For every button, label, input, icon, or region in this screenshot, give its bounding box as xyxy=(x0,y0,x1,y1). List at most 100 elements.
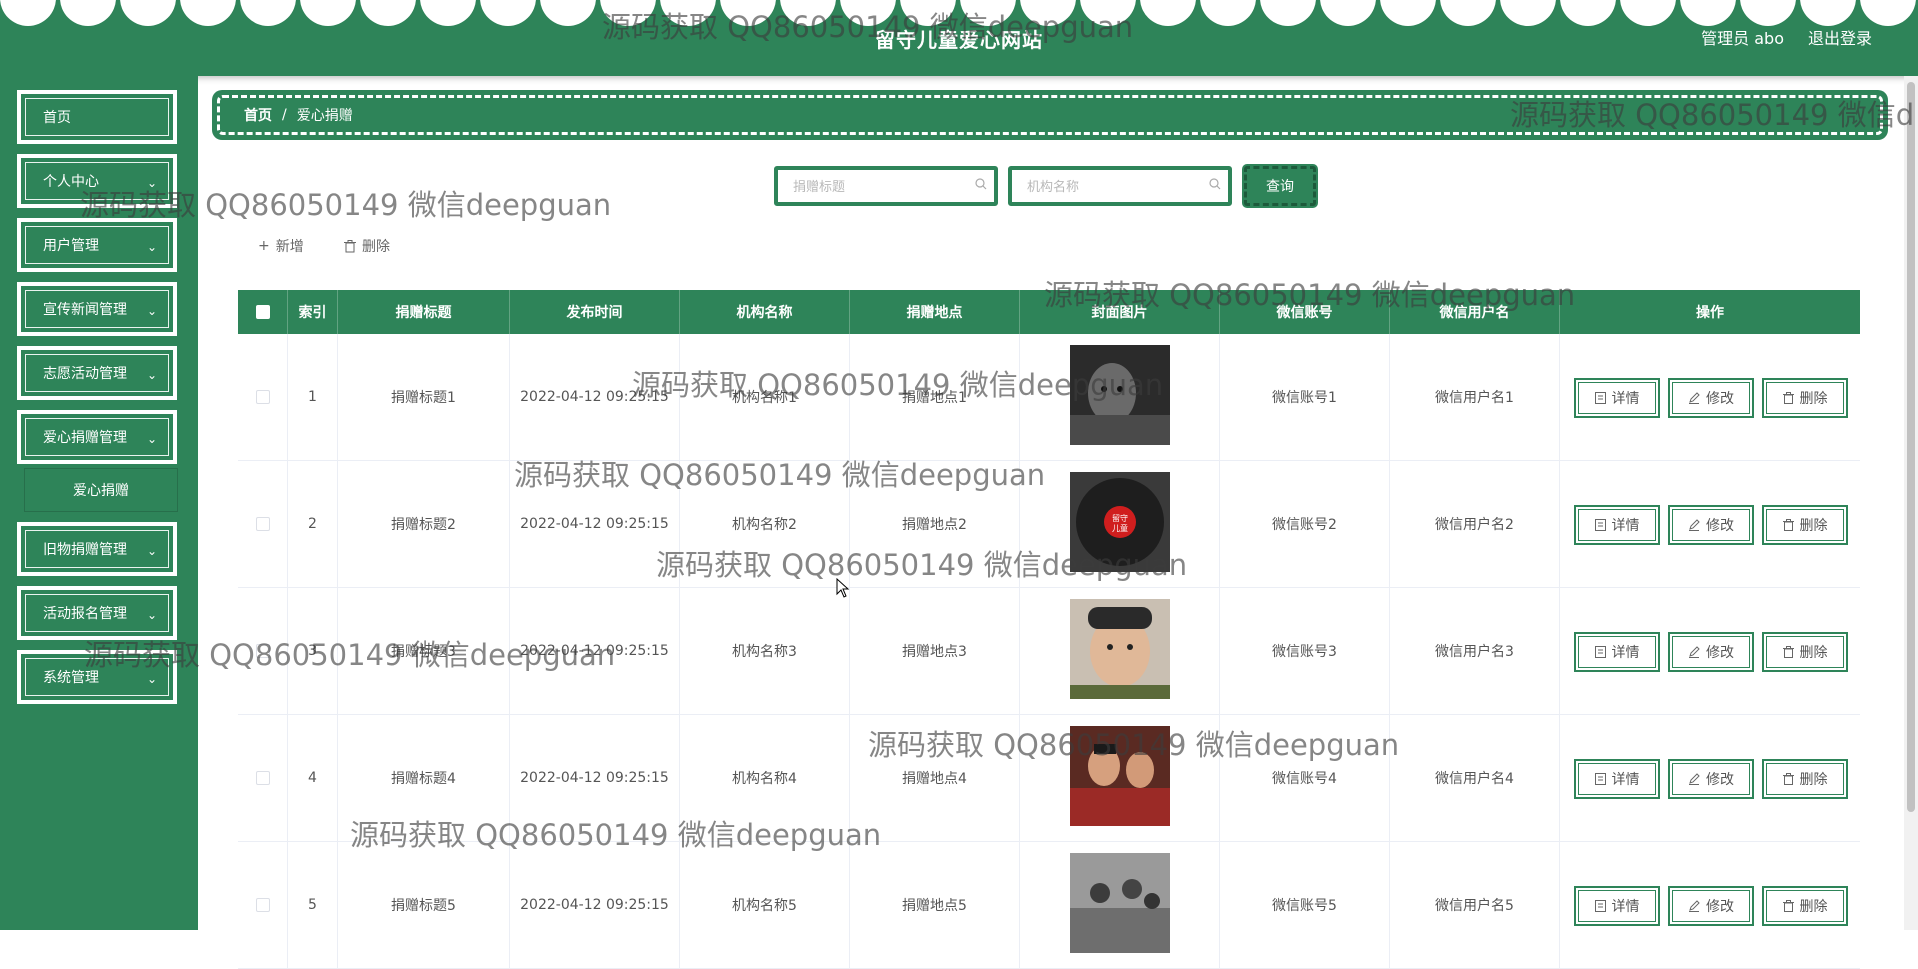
sidebar-item-system-management[interactable]: 系统管理 ⌄ xyxy=(17,650,177,704)
table-row: 1 捐赠标题1 2022-04-12 09:25:15 机构名称1 捐赠地点1 … xyxy=(238,334,1860,461)
cover-image-cell xyxy=(1020,588,1220,714)
detail-label: 详情 xyxy=(1611,645,1640,661)
column-header: 操作 xyxy=(1696,305,1724,321)
edit-button[interactable]: 修改 xyxy=(1668,759,1754,799)
row-select-cell xyxy=(238,842,288,968)
sidebar-subitem-label: 爱心捐赠 xyxy=(73,483,129,499)
delete-label: 删除 xyxy=(1799,772,1828,788)
sidebar-item-home[interactable]: 首页 xyxy=(17,90,177,144)
place-cell: 捐赠地点2 xyxy=(850,461,1020,587)
column-header: 微信用户名 xyxy=(1390,290,1560,334)
delete-button[interactable]: 删除 xyxy=(1762,378,1848,418)
row-select-cell xyxy=(238,334,288,460)
row-checkbox[interactable] xyxy=(255,898,270,912)
index-cell: 4 xyxy=(288,715,338,841)
sidebar-item-label: 系统管理 xyxy=(43,670,99,686)
column-header: 发布时间 xyxy=(510,290,680,334)
wechat-account-cell: 微信账号3 xyxy=(1220,588,1390,714)
search-icon xyxy=(975,178,987,190)
delete-button[interactable]: 删除 xyxy=(1762,886,1848,926)
row-checkbox[interactable] xyxy=(255,771,270,785)
table-row: 4 捐赠标题4 2022-04-12 09:25:15 机构名称4 捐赠地点4 … xyxy=(238,715,1860,842)
edit-label: 修改 xyxy=(1706,899,1734,915)
wechat-account-cell: 微信账号2 xyxy=(1220,461,1390,587)
delete-label: 删除 xyxy=(1799,391,1828,407)
sidebar-item-label: 爱心捐赠管理 xyxy=(43,430,127,446)
sidebar-item-signup-management[interactable]: 活动报名管理 ⌄ xyxy=(17,586,177,640)
mouse-cursor-icon xyxy=(836,578,850,598)
document-icon xyxy=(1594,392,1606,404)
sidebar-item-news-management[interactable]: 宣传新闻管理 ⌄ xyxy=(17,282,177,336)
sidebar-item-personal-center[interactable]: 个人中心 ⌄ xyxy=(17,154,177,208)
wechat-username-cell: 微信用户名5 xyxy=(1390,842,1560,968)
edit-button[interactable]: 修改 xyxy=(1668,378,1754,418)
org-search-field xyxy=(1008,166,1232,206)
edit-button[interactable]: 修改 xyxy=(1668,505,1754,545)
edit-button[interactable]: 修改 xyxy=(1668,886,1754,926)
edit-label: 修改 xyxy=(1706,645,1734,661)
chevron-down-icon: ⌄ xyxy=(146,304,157,318)
sidebar-item-donation-management[interactable]: 爱心捐赠管理 ⌄ xyxy=(17,410,177,464)
document-icon xyxy=(1594,646,1606,658)
chevron-down-icon: ⌄ xyxy=(146,544,157,558)
row-checkbox[interactable] xyxy=(255,517,270,531)
row-select-cell xyxy=(238,588,288,714)
trash-icon xyxy=(1782,900,1794,912)
cover-image-cell: 留守 儿童 xyxy=(1020,461,1220,587)
title-search-input[interactable] xyxy=(791,170,975,204)
sidebar-item-label: 首页 xyxy=(43,110,71,126)
row-checkbox[interactable] xyxy=(255,644,270,658)
batch-delete-button[interactable]: 删除 xyxy=(344,236,390,256)
cover-image-cell xyxy=(1020,715,1220,841)
scrollbar-thumb[interactable] xyxy=(1907,82,1915,812)
delete-button[interactable]: 删除 xyxy=(1762,759,1848,799)
trash-icon xyxy=(1782,392,1794,404)
edit-button[interactable]: 修改 xyxy=(1668,632,1754,672)
sidebar-item-used-goods-management[interactable]: 旧物捐赠管理 ⌄ xyxy=(17,522,177,576)
detail-button[interactable]: 详情 xyxy=(1574,505,1660,545)
detail-button[interactable]: 详情 xyxy=(1574,886,1660,926)
delete-label: 删除 xyxy=(1799,518,1828,534)
row-select-cell xyxy=(238,461,288,587)
title-search-field xyxy=(774,166,998,206)
table-row: 5 捐赠标题5 2022-04-12 09:25:15 机构名称5 捐赠地点5 … xyxy=(238,842,1860,969)
select-all-checkbox[interactable] xyxy=(255,305,270,319)
sidebar-item-label: 个人中心 xyxy=(43,174,99,190)
org-cell: 机构名称2 xyxy=(680,461,850,587)
actions-cell: 详情 修改 删除 xyxy=(1560,334,1860,460)
breadcrumb-home-link[interactable]: 首页 xyxy=(244,105,272,125)
sidebar-item-label: 志愿活动管理 xyxy=(43,366,127,382)
pencil-icon xyxy=(1689,392,1700,404)
trash-icon xyxy=(1782,519,1794,531)
org-search-input[interactable] xyxy=(1025,170,1209,204)
pencil-icon xyxy=(1689,900,1700,912)
pencil-icon xyxy=(1689,519,1700,531)
sidebar-item-volunteer-management[interactable]: 志愿活动管理 ⌄ xyxy=(17,346,177,400)
row-checkbox[interactable] xyxy=(255,390,270,404)
wechat-username-cell: 微信用户名4 xyxy=(1390,715,1560,841)
time-cell: 2022-04-12 09:25:15 xyxy=(510,461,680,587)
delete-label: 删除 xyxy=(1799,645,1828,661)
sidebar-subitem-donation[interactable]: 爱心捐赠 xyxy=(24,468,178,512)
place-cell: 捐赠地点4 xyxy=(850,715,1020,841)
vertical-scrollbar[interactable] xyxy=(1904,76,1918,930)
column-header: 捐赠标题 xyxy=(338,290,510,334)
place-cell: 捐赠地点1 xyxy=(850,334,1020,460)
delete-button[interactable]: 删除 xyxy=(1762,632,1848,672)
detail-button[interactable]: 详情 xyxy=(1574,759,1660,799)
plus-icon: + xyxy=(258,238,270,254)
time-cell: 2022-04-12 09:25:15 xyxy=(510,842,680,968)
sidebar-item-user-management[interactable]: 用户管理 ⌄ xyxy=(17,218,177,272)
detail-button[interactable]: 详情 xyxy=(1574,632,1660,672)
delete-button[interactable]: 删除 xyxy=(1762,505,1848,545)
org-cell: 机构名称3 xyxy=(680,588,850,714)
cover-image xyxy=(1069,345,1170,449)
query-button[interactable]: 查询 xyxy=(1244,166,1316,206)
logout-link[interactable]: 退出登录 xyxy=(1808,25,1872,49)
delete-label: 删除 xyxy=(1799,899,1828,915)
detail-button[interactable]: 详情 xyxy=(1574,378,1660,418)
add-button[interactable]: + 新增 xyxy=(258,236,304,256)
place-cell: 捐赠地点3 xyxy=(850,588,1020,714)
cover-image: 留守 儿童 xyxy=(1069,472,1170,576)
wechat-account-cell: 微信账号1 xyxy=(1220,334,1390,460)
